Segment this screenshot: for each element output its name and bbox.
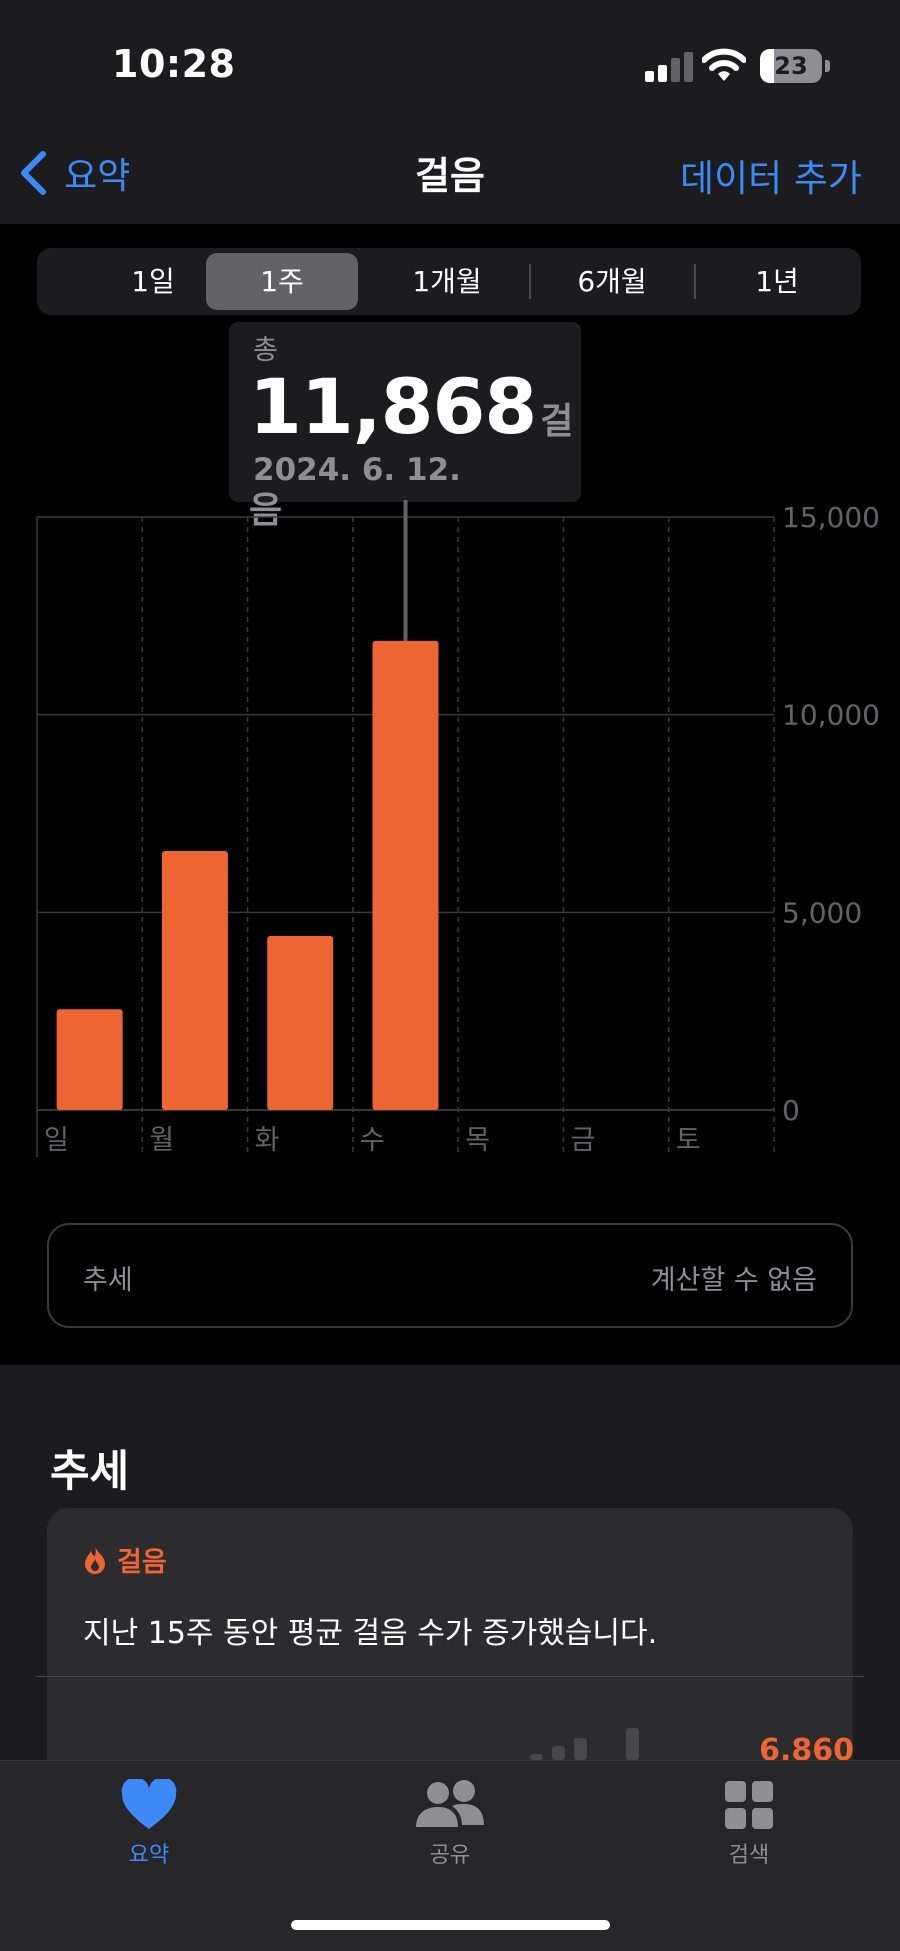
segment-divider [529, 264, 531, 299]
bar-0 [56, 1009, 123, 1110]
y-tick-label: 0 [782, 1094, 800, 1127]
selection-tooltip: 총 11,868 걸음 2024. 6. 12. [229, 322, 581, 531]
trend-mini-chart [530, 1728, 650, 1760]
x-tick-label: 금 [570, 1125, 595, 1156]
segment-week[interactable]: 1주 [206, 253, 358, 310]
battery-icon: 23 [760, 49, 822, 83]
bar-3 [372, 640, 439, 1110]
y-tick-label: 5,000 [782, 896, 862, 929]
tab-sharing-label: 공유 [429, 1843, 471, 1868]
flame-icon [85, 1545, 105, 1574]
segment-month[interactable]: 1개월 [371, 253, 523, 310]
tab-summary-label: 요약 [128, 1843, 170, 1868]
trend-summary-value: 계산할 수 없음 [650, 1265, 817, 1296]
grid-icon [725, 1781, 773, 1829]
tab-browse[interactable]: 검색 [669, 1779, 829, 1869]
x-tick-label: 화 [255, 1125, 280, 1156]
home-indicator [291, 1920, 610, 1930]
x-tick-label: 수 [360, 1125, 385, 1156]
x-tick-label: 목 [465, 1125, 490, 1156]
tooltip-number: 11,868 [249, 362, 537, 451]
battery-tip [825, 60, 830, 72]
heart-icon [121, 1779, 177, 1829]
tooltip-date: 2024. 6. 12. [253, 452, 461, 488]
steps-bar-chart[interactable]: 15,000 10,000 5,000 0 일 월 화 수 목 금 토 [0, 500, 900, 1180]
time-range-segmented-control: 1일 1주 1개월 6개월 1년 [37, 248, 861, 315]
segment-divider [694, 264, 696, 299]
trend-card-divider [36, 1676, 864, 1677]
bar-1 [161, 851, 228, 1110]
status-time: 10:28 [112, 42, 236, 86]
navigation-bar: 10:28 23 요약 걸음 데이터 추가 [0, 0, 900, 224]
tab-sharing[interactable]: 공유 [370, 1779, 530, 1869]
add-data-button[interactable]: 데이터 추가 [680, 148, 862, 202]
segment-year[interactable]: 1년 [701, 253, 853, 310]
x-tick-label: 월 [149, 1125, 174, 1156]
x-tick-label: 토 [676, 1125, 701, 1156]
trends-section-title: 추세 [50, 1447, 130, 1497]
trend-card-header: 걸음 [83, 1540, 167, 1579]
tab-browse-label: 검색 [728, 1843, 770, 1868]
people-icon [416, 1780, 484, 1827]
trend-card-text: 지난 15주 동안 평균 걸음 수가 증가했습니다. [83, 1616, 658, 1651]
cellular-signal-icon [645, 52, 693, 82]
y-tick-label: 10,000 [782, 699, 880, 732]
trend-summary[interactable]: 추세 계산할 수 없음 [47, 1223, 853, 1328]
tab-summary[interactable]: 요약 [69, 1779, 229, 1869]
battery-percent: 23 [774, 52, 808, 80]
trend-card-category: 걸음 [117, 1547, 167, 1578]
trend-summary-label: 추세 [83, 1265, 133, 1296]
segment-6-months[interactable]: 6개월 [536, 253, 688, 310]
x-tick-label: 일 [44, 1125, 69, 1156]
y-tick-label: 15,000 [782, 501, 880, 534]
wifi-icon [702, 48, 746, 81]
bar-2 [267, 936, 334, 1110]
